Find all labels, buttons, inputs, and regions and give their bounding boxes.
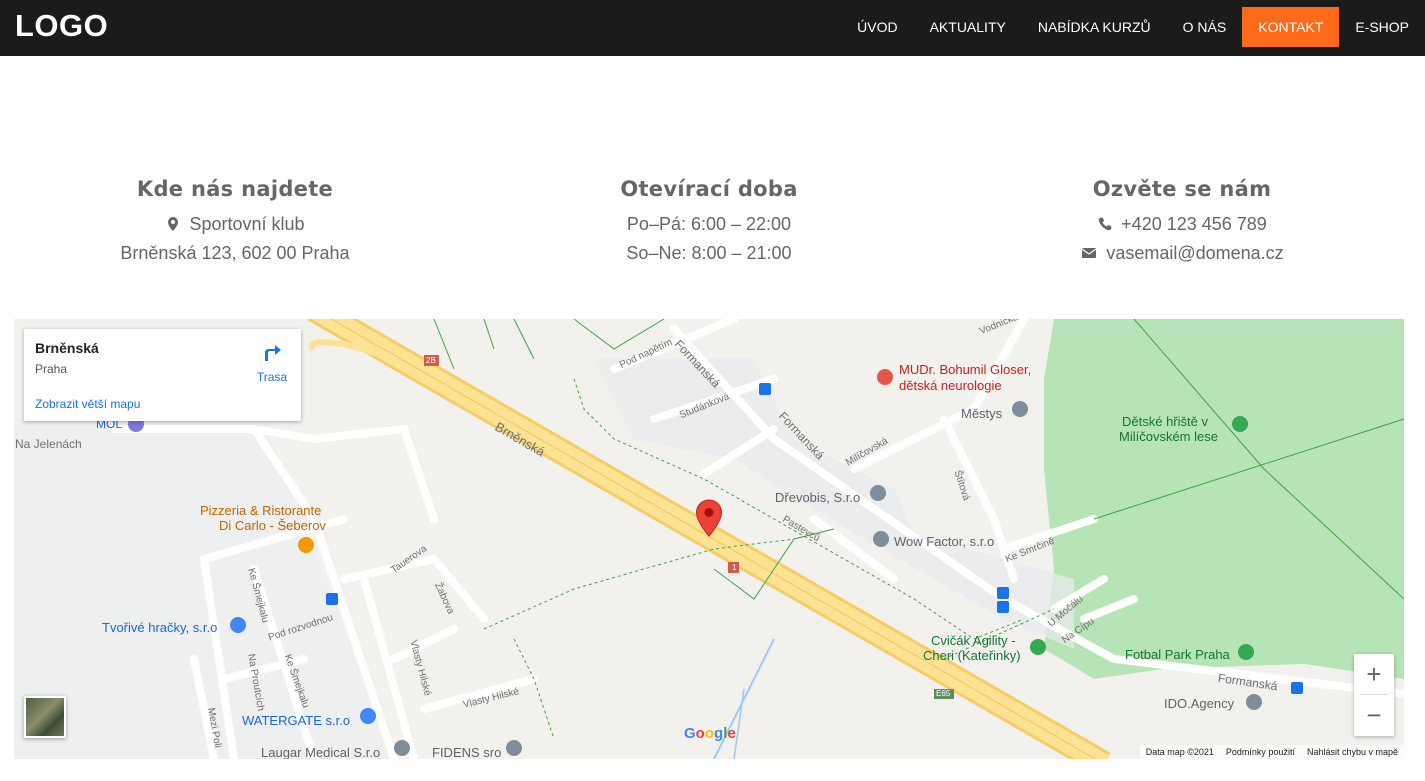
satellite-toggle[interactable] [24,696,66,738]
poi-fidens[interactable]: FIDENS sro [432,745,501,759]
nav-e-shop[interactable]: E-SHOP [1339,7,1425,47]
hours-weekdays: Po–Pá: 6:00 – 22:00 [626,214,792,234]
phone-number[interactable]: +420 123 456 789 [1121,214,1267,234]
directions-label: Trasa [256,370,288,384]
contact-column: Ozvěte se nám +420 123 456 789 vasemail@… [947,170,1417,268]
poi-ido-agency[interactable]: IDO.Agency [1164,696,1234,711]
map-terms-link[interactable]: Podmínky použití [1220,745,1301,759]
nav-uvod[interactable]: ÚVOD [841,7,913,47]
poi-drevobis[interactable]: Dřevobis, S.r.o [775,490,860,505]
poi-gloser-line1[interactable]: MUDr. Bohumil Gloser, [899,362,1031,377]
map-data-attribution: Data map ©2021 [1145,747,1214,757]
email-address[interactable]: vasemail@domena.cz [1106,243,1283,263]
email-line: vasemail@domena.cz [947,239,1417,268]
shield-e65: E65 [936,689,951,698]
map-pin-icon[interactable] [695,499,723,537]
map-report-link[interactable]: Nahlásit chybu v mapě [1301,745,1404,759]
zoom-out-button[interactable]: − [1354,695,1394,735]
poi-wow-factor[interactable]: Wow Factor, s.r.o [894,534,994,549]
poi-pizzeria-line1[interactable]: Pizzeria & Ristorante [200,503,321,518]
shield-1: 1 [732,563,737,572]
poi-hriste-line2[interactable]: Milíčovském lese [1119,429,1218,444]
club-name: Sportovní klub [189,214,305,234]
envelope-icon [1081,248,1097,258]
directions-icon [265,345,281,361]
google-map[interactable]: MUDr. Bohumil Gloser, dětská neurologie … [14,319,1404,759]
google-wordmark: Google [684,725,736,742]
location-line1: Sportovní klub [0,210,470,239]
map-place-name: Brněnská [35,340,99,356]
contact-section: Kde nás najdete Sportovní klub Brněnská … [0,170,1425,280]
shield-2b: 2B [426,356,436,365]
location-title: Kde nás najdete [136,177,334,201]
poi-cvicak-line2[interactable]: Cheri (Kateřinky) [923,648,1021,663]
logo[interactable]: LOGO [15,8,108,44]
poi-watergate[interactable]: WATERGATE s.r.o [242,713,350,728]
street-na-jelenach: Na Jelenách [15,437,82,451]
nav-aktuality[interactable]: AKTUALITY [914,7,1022,47]
poi-tvorive-hracky[interactable]: Tvořivé hračky, s.r.o [102,620,217,635]
poi-cvicak-line1[interactable]: Cvičák Agility - [931,633,1016,648]
poi-pizzeria-line2[interactable]: Di Carlo - Šeberov [219,518,326,533]
location-column: Kde nás najdete Sportovní klub Brněnská … [0,170,470,268]
zoom-control: + − [1354,654,1394,736]
zoom-in-button[interactable]: + [1354,654,1394,694]
poi-hriste-line1[interactable]: Dětské hřiště v [1122,414,1208,429]
hours-column: Otevírací doba Po–Pá: 6:00 – 22:00 So–Ne… [474,170,944,268]
view-larger-map-link[interactable]: Zobrazit větší mapu [35,397,140,411]
top-navbar: LOGO ÚVOD AKTUALITY NABÍDKA KURZŮ O NÁS … [0,0,1425,56]
phone-line: +420 123 456 789 [947,210,1417,239]
main-nav: ÚVOD AKTUALITY NABÍDKA KURZŮ O NÁS KONTA… [841,7,1425,47]
hours-weekend: So–Ne: 8:00 – 21:00 [626,243,792,263]
map-place-city: Praha [35,362,68,376]
directions-button[interactable]: Trasa [252,341,292,384]
phone-icon [1098,217,1112,231]
address: Brněnská 123, 602 00 Praha [120,243,350,263]
google-logo: Google [684,725,736,742]
contact-title: Ozvěte se nám [1092,177,1272,201]
hours-title: Otevírací doba [620,177,798,201]
map-footer: Data map ©2021 Podmínky použití Nahlásit… [1139,745,1404,759]
poi-fotbal-park[interactable]: Fotbal Park Praha [1125,647,1230,662]
map-marker-icon [168,217,179,231]
nav-nabidka-kurzu[interactable]: NABÍDKA KURZŮ [1022,7,1167,47]
poi-gloser-line2[interactable]: dětská neurologie [899,378,1002,393]
map-info-card: Brněnská Praha Zobrazit větší mapu Trasa [24,329,301,421]
nav-o-nas[interactable]: O NÁS [1167,7,1243,47]
nav-kontakt[interactable]: KONTAKT [1242,7,1340,47]
poi-laugar[interactable]: Laugar Medical S.r.o [261,745,380,759]
poi-mestys[interactable]: Městys [961,406,1002,421]
